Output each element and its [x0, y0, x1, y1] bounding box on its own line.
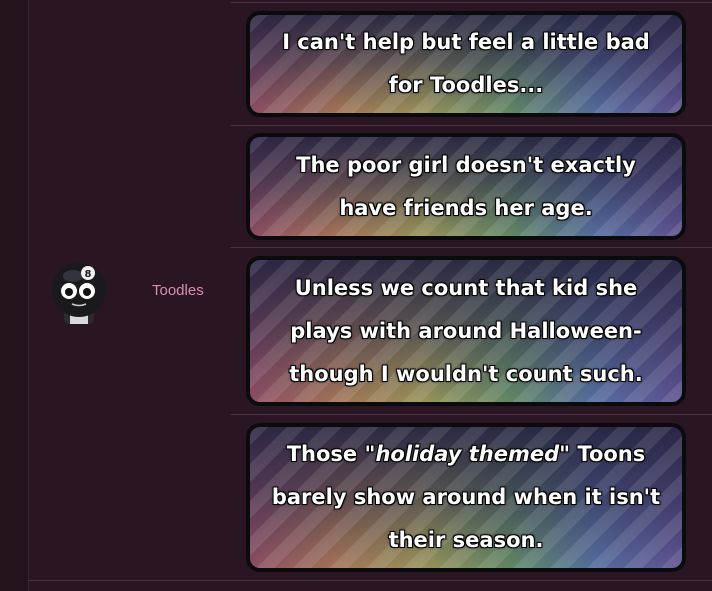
- toodles-avatar-icon: 8: [52, 263, 106, 324]
- message-bubble: Unless we count that kid she plays with …: [246, 256, 686, 406]
- username[interactable]: Toodles: [152, 282, 204, 299]
- message-bubble: The poor girl doesn't exactly have frien…: [246, 133, 686, 240]
- message-text: Those "holiday themed" Toons barely show…: [268, 433, 664, 562]
- message-text-part: Those: [286, 442, 365, 466]
- message-text: Unless we count that kid she plays with …: [289, 275, 643, 386]
- divider: [230, 125, 712, 126]
- divider: [230, 2, 712, 3]
- left-gutter: [0, 0, 29, 591]
- message-text: The poor girl doesn't exactly have frien…: [296, 152, 636, 220]
- message-text-emphasis: "holiday themed": [364, 442, 571, 466]
- svg-text:8: 8: [85, 269, 92, 280]
- avatar[interactable]: 8: [50, 260, 108, 326]
- message-bubble: I can't help but feel a little bad for T…: [246, 11, 686, 117]
- divider: [230, 414, 712, 415]
- message-bubble: Those "holiday themed" Toons barely show…: [246, 423, 686, 572]
- message-text: I can't help but feel a little bad for T…: [282, 30, 650, 97]
- divider: [230, 247, 712, 248]
- divider: [28, 580, 712, 581]
